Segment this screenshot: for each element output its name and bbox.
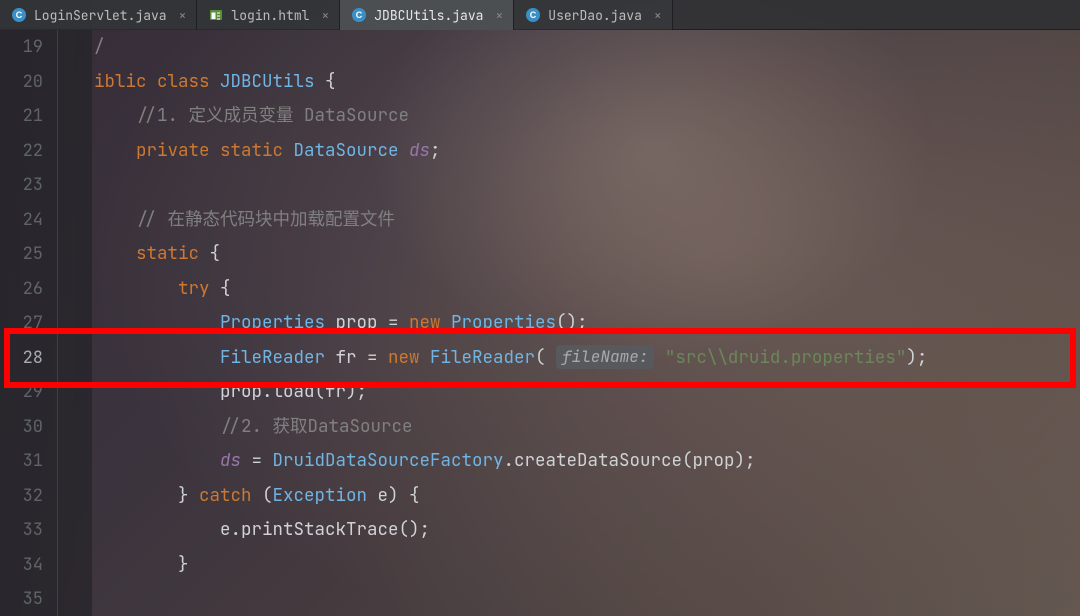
line-number: 31 xyxy=(0,444,43,479)
tab-label: JDBCUtils.java xyxy=(374,7,483,24)
line-number: 30 xyxy=(0,410,43,445)
fold-strip xyxy=(58,30,74,616)
line-number: 29 xyxy=(0,375,43,410)
editor-tabbar: C LoginServlet.java × login.html × C JDB… xyxy=(0,0,1080,30)
close-icon[interactable]: × xyxy=(321,9,329,22)
line-number: 27 xyxy=(0,306,43,341)
svg-text:C: C xyxy=(530,10,537,20)
close-icon[interactable]: × xyxy=(179,9,187,22)
line-number: 33 xyxy=(0,513,43,548)
parameter-hint: fileName: xyxy=(556,345,654,369)
java-file-icon: C xyxy=(12,8,26,22)
svg-text:C: C xyxy=(16,10,23,20)
tab-label: login.html xyxy=(231,7,309,24)
line-number: 23 xyxy=(0,168,43,203)
tab-login-servlet[interactable]: C LoginServlet.java × xyxy=(0,0,197,30)
source-code[interactable]: / iblic class JDBCUtils { //1. 定义成员变量 Da… xyxy=(94,30,927,582)
tab-login-html[interactable]: login.html × xyxy=(197,0,340,30)
line-number: 19 xyxy=(0,30,43,65)
tab-user-dao[interactable]: C UserDao.java × xyxy=(514,0,672,30)
tab-label: UserDao.java xyxy=(548,7,642,24)
java-file-icon: C xyxy=(352,8,366,22)
line-number: 26 xyxy=(0,272,43,307)
line-number: 20 xyxy=(0,65,43,100)
line-number: 32 xyxy=(0,479,43,514)
line-number-gutter: 1920212223242526272829303132333435 xyxy=(0,30,58,616)
line-number: 24 xyxy=(0,203,43,238)
line-number: 25 xyxy=(0,237,43,272)
line-number: 28 xyxy=(0,341,43,376)
tab-jdbc-utils[interactable]: C JDBCUtils.java × xyxy=(340,0,514,30)
svg-text:C: C xyxy=(356,10,363,20)
line-number: 22 xyxy=(0,134,43,169)
line-number: 21 xyxy=(0,99,43,134)
close-icon[interactable]: × xyxy=(495,9,503,22)
close-icon[interactable]: × xyxy=(654,9,662,22)
java-file-icon: C xyxy=(526,8,540,22)
html-file-icon xyxy=(209,8,223,22)
line-number: 35 xyxy=(0,582,43,616)
code-editor[interactable]: 1920212223242526272829303132333435 / ibl… xyxy=(0,30,1080,616)
tab-label: LoginServlet.java xyxy=(34,7,167,24)
line-number: 34 xyxy=(0,548,43,583)
code-column[interactable]: / iblic class JDBCUtils { //1. 定义成员变量 Da… xyxy=(58,30,927,616)
